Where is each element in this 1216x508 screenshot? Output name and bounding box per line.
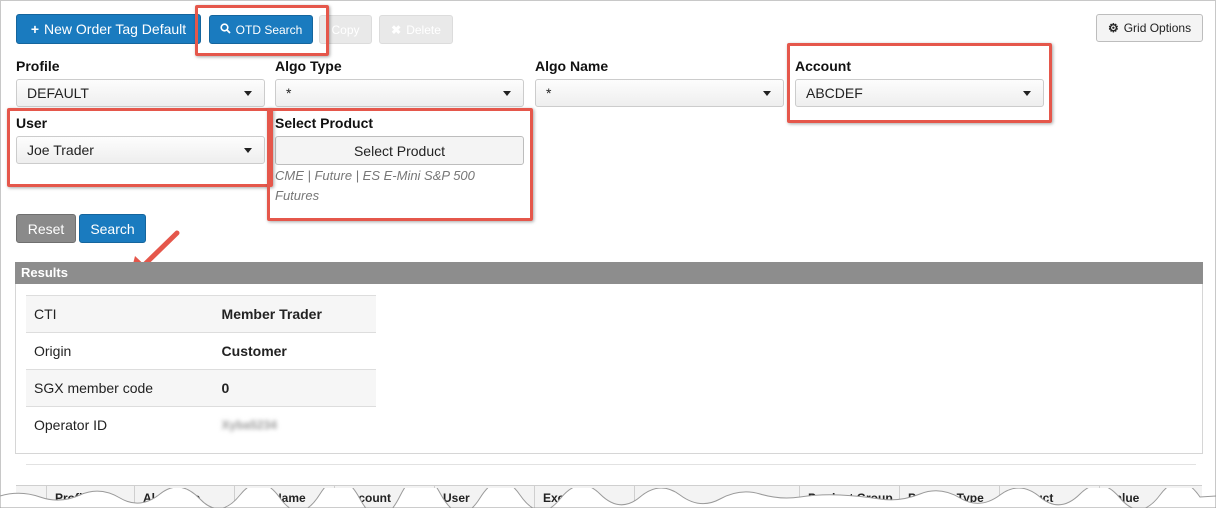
grid-options-label: Grid Options: [1123, 21, 1192, 35]
algo-name-value: *: [546, 85, 552, 101]
otd-search-label: OTD Search: [235, 22, 303, 37]
account-value: ABCDEF: [806, 85, 863, 101]
result-value-redacted: Xyba5234: [221, 406, 376, 444]
profile-select[interactable]: DEFAULT: [16, 79, 265, 107]
grid-options-button[interactable]: ⚙ Grid Options: [1096, 14, 1203, 42]
results-table: CTI Member Trader Origin Customer SGX me…: [26, 295, 376, 444]
divider: [26, 464, 1196, 465]
algo-type-label: Algo Type: [275, 58, 342, 74]
user-value: Joe Trader: [27, 142, 94, 158]
otd-search-button[interactable]: OTD Search: [209, 15, 313, 44]
account-label: Account: [795, 58, 851, 74]
account-select[interactable]: ABCDEF: [795, 79, 1044, 107]
table-row: CTI Member Trader: [26, 295, 376, 333]
copy-label: Copy: [331, 22, 360, 37]
table-row: Operator ID Xyba5234: [26, 406, 376, 444]
result-value: Member Trader: [221, 295, 376, 333]
product-desc-line1: CME | Future | ES E-Mini S&P 500: [275, 168, 475, 183]
gear-icon: ⚙: [1107, 21, 1119, 35]
table-row: Origin Customer: [26, 332, 376, 370]
chevron-down-icon: [763, 91, 771, 96]
user-select[interactable]: Joe Trader: [16, 136, 265, 164]
selected-product-description: CME | Future | ES E-Mini S&P 500 Futures: [275, 166, 525, 206]
reset-label: Reset: [27, 220, 65, 237]
result-key: Operator ID: [26, 406, 222, 444]
table-row: SGX member code 0: [26, 369, 376, 407]
algo-name-select[interactable]: *: [535, 79, 784, 107]
result-value: 0: [221, 369, 376, 407]
algo-type-select[interactable]: *: [275, 79, 524, 107]
plus-icon: +: [30, 21, 40, 37]
chevron-down-icon: [503, 91, 511, 96]
torn-edge: [0, 488, 1216, 508]
select-product-button[interactable]: Select Product: [275, 136, 524, 165]
new-order-tag-default-button[interactable]: + New Order Tag Default: [16, 14, 201, 44]
select-product-label: Select Product: [275, 115, 374, 131]
result-value: Customer: [221, 332, 376, 370]
reset-button[interactable]: Reset: [16, 214, 76, 243]
chevron-down-icon: [1023, 91, 1031, 96]
profile-value: DEFAULT: [27, 85, 89, 101]
new-order-tag-default-label: New Order Tag Default: [44, 21, 187, 37]
algo-type-value: *: [286, 85, 292, 101]
close-icon: ✖: [391, 22, 402, 37]
algo-name-label: Algo Name: [535, 58, 609, 74]
delete-label: Delete: [406, 22, 441, 37]
result-key: Origin: [26, 332, 222, 370]
user-label: User: [16, 115, 48, 131]
chevron-down-icon: [244, 91, 252, 96]
result-key: CTI: [26, 295, 222, 333]
select-product-button-label: Select Product: [353, 142, 446, 159]
chevron-down-icon: [244, 148, 252, 153]
results-header: Results: [15, 262, 1203, 284]
copy-button[interactable]: Copy: [319, 15, 372, 44]
delete-button[interactable]: ✖ Delete: [379, 15, 453, 44]
profile-label: Profile: [16, 58, 60, 74]
product-desc-line2: Futures: [275, 188, 320, 203]
result-key: SGX member code: [26, 369, 222, 407]
search-icon: [220, 22, 231, 37]
